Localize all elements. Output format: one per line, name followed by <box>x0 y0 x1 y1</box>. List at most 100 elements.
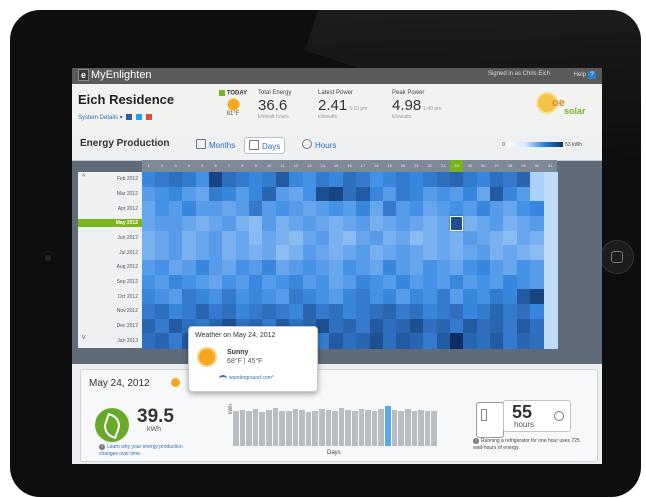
help-link[interactable]: Help? <box>574 71 596 79</box>
heatmap-cell[interactable] <box>503 318 518 334</box>
heatmap-cell[interactable] <box>302 245 317 261</box>
heatmap-cell[interactable] <box>142 333 156 349</box>
heatmap-cell[interactable] <box>423 289 438 305</box>
refresh-icon[interactable] <box>554 411 564 421</box>
heatmap-cell[interactable] <box>490 274 505 290</box>
heatmap-cell[interactable] <box>195 260 210 276</box>
daily-bar[interactable] <box>352 410 358 446</box>
heatmap-cell[interactable] <box>369 289 384 305</box>
daily-bar[interactable] <box>365 409 371 446</box>
heatmap-cell[interactable] <box>463 260 478 276</box>
day-label[interactable]: 8 <box>236 160 249 172</box>
heatmap-cell[interactable] <box>142 201 156 217</box>
heatmap-cell[interactable] <box>262 289 277 305</box>
heatmap-cell[interactable] <box>369 216 384 232</box>
heatmap-cell[interactable] <box>208 201 223 217</box>
heatmap-cell[interactable] <box>356 216 371 232</box>
heatmap-cell[interactable] <box>262 172 277 188</box>
heatmap-cell[interactable] <box>503 216 518 232</box>
heatmap-cell[interactable] <box>543 186 558 202</box>
heatmap-cell[interactable] <box>530 230 545 246</box>
heatmap-cell[interactable] <box>316 274 331 290</box>
heatmap-cell[interactable] <box>516 304 531 320</box>
heatmap-cell[interactable] <box>142 186 156 202</box>
heatmap-cell[interactable] <box>182 304 197 320</box>
heatmap-cell[interactable] <box>222 289 237 305</box>
heatmap-cell[interactable] <box>356 333 371 349</box>
heatmap-cell[interactable] <box>463 304 478 320</box>
day-label[interactable]: 29 <box>517 160 530 172</box>
heatmap-cell[interactable] <box>530 318 545 334</box>
heatmap-cell[interactable] <box>530 201 545 217</box>
heatmap-cell[interactable] <box>463 201 478 217</box>
month-item[interactable]: Dec 2012 <box>78 322 142 330</box>
day-label[interactable]: 26 <box>477 160 490 172</box>
heatmap-cell[interactable] <box>396 318 411 334</box>
day-label[interactable]: 17 <box>356 160 369 172</box>
heatmap-cell[interactable] <box>503 245 518 261</box>
heatmap-cell[interactable] <box>155 304 170 320</box>
heatmap-cell[interactable] <box>275 201 290 217</box>
heatmap-cell[interactable] <box>463 333 478 349</box>
heatmap-cell[interactable] <box>409 230 424 246</box>
heatmap-cell[interactable] <box>423 216 438 232</box>
heatmap-cell[interactable] <box>516 333 531 349</box>
heatmap-cell[interactable] <box>289 172 304 188</box>
month-item[interactable]: Nov 2012 <box>78 307 142 315</box>
heatmap-cell[interactable] <box>155 186 170 202</box>
heatmap-cell[interactable] <box>342 186 357 202</box>
heatmap-cell[interactable] <box>423 274 438 290</box>
heatmap-cell[interactable] <box>342 289 357 305</box>
heatmap-cell[interactable] <box>543 230 558 246</box>
heatmap-cell[interactable] <box>142 274 156 290</box>
daily-bar[interactable] <box>325 409 332 446</box>
heatmap-cell[interactable] <box>182 201 197 217</box>
heatmap-cell[interactable] <box>490 172 505 188</box>
heatmap-cell[interactable] <box>449 289 464 305</box>
heatmap-cell[interactable] <box>516 172 531 188</box>
daily-bar[interactable] <box>259 412 266 446</box>
heatmap-cell[interactable] <box>530 245 545 261</box>
heatmap-cell[interactable] <box>490 216 505 232</box>
day-label[interactable]: 7 <box>222 160 235 172</box>
heatmap-cell[interactable] <box>382 274 397 290</box>
heatmap-cell[interactable] <box>490 230 505 246</box>
heatmap-cell[interactable] <box>168 216 183 232</box>
heatmap-cell[interactable] <box>396 274 411 290</box>
daily-bar[interactable] <box>299 409 305 446</box>
day-label[interactable]: 9 <box>249 160 262 172</box>
heatmap-cell[interactable] <box>382 201 397 217</box>
heatmap-cell[interactable] <box>329 318 344 334</box>
heatmap-cell[interactable] <box>369 333 384 349</box>
twitter-icon[interactable] <box>136 114 143 121</box>
heatmap-cell[interactable] <box>182 186 197 202</box>
heatmap-cell[interactable] <box>449 201 464 217</box>
heatmap-cell[interactable] <box>142 172 156 188</box>
heatmap-cell[interactable] <box>302 230 317 246</box>
heatmap-cell[interactable] <box>302 172 317 188</box>
heatmap-cell[interactable] <box>208 274 223 290</box>
heatmap-cell[interactable] <box>530 289 545 305</box>
heatmap-cell[interactable] <box>195 201 210 217</box>
heatmap-cell[interactable] <box>436 318 451 334</box>
heatmap-cell[interactable] <box>490 289 505 305</box>
heatmap-cell[interactable] <box>516 186 531 202</box>
day-label[interactable]: 5 <box>196 160 209 172</box>
heatmap-cell[interactable] <box>490 260 505 276</box>
heatmap-cell[interactable] <box>329 260 344 276</box>
heatmap-cell[interactable] <box>329 274 344 290</box>
heatmap-cell[interactable] <box>235 216 250 232</box>
heatmap-cell[interactable] <box>409 289 424 305</box>
heatmap-cell[interactable] <box>222 216 237 232</box>
daily-bar[interactable] <box>391 409 398 446</box>
daily-bar[interactable] <box>418 409 424 446</box>
heatmap-cell[interactable] <box>208 230 223 246</box>
heatmap-cell[interactable] <box>382 216 397 232</box>
heatmap-cell[interactable] <box>235 172 250 188</box>
heatmap-cell[interactable] <box>235 201 250 217</box>
heatmap-cell[interactable] <box>342 274 357 290</box>
heatmap-cell[interactable] <box>436 216 451 232</box>
heatmap-cell[interactable] <box>142 289 156 305</box>
heatmap-cell[interactable] <box>503 201 518 217</box>
heatmap-cell[interactable] <box>436 333 451 349</box>
